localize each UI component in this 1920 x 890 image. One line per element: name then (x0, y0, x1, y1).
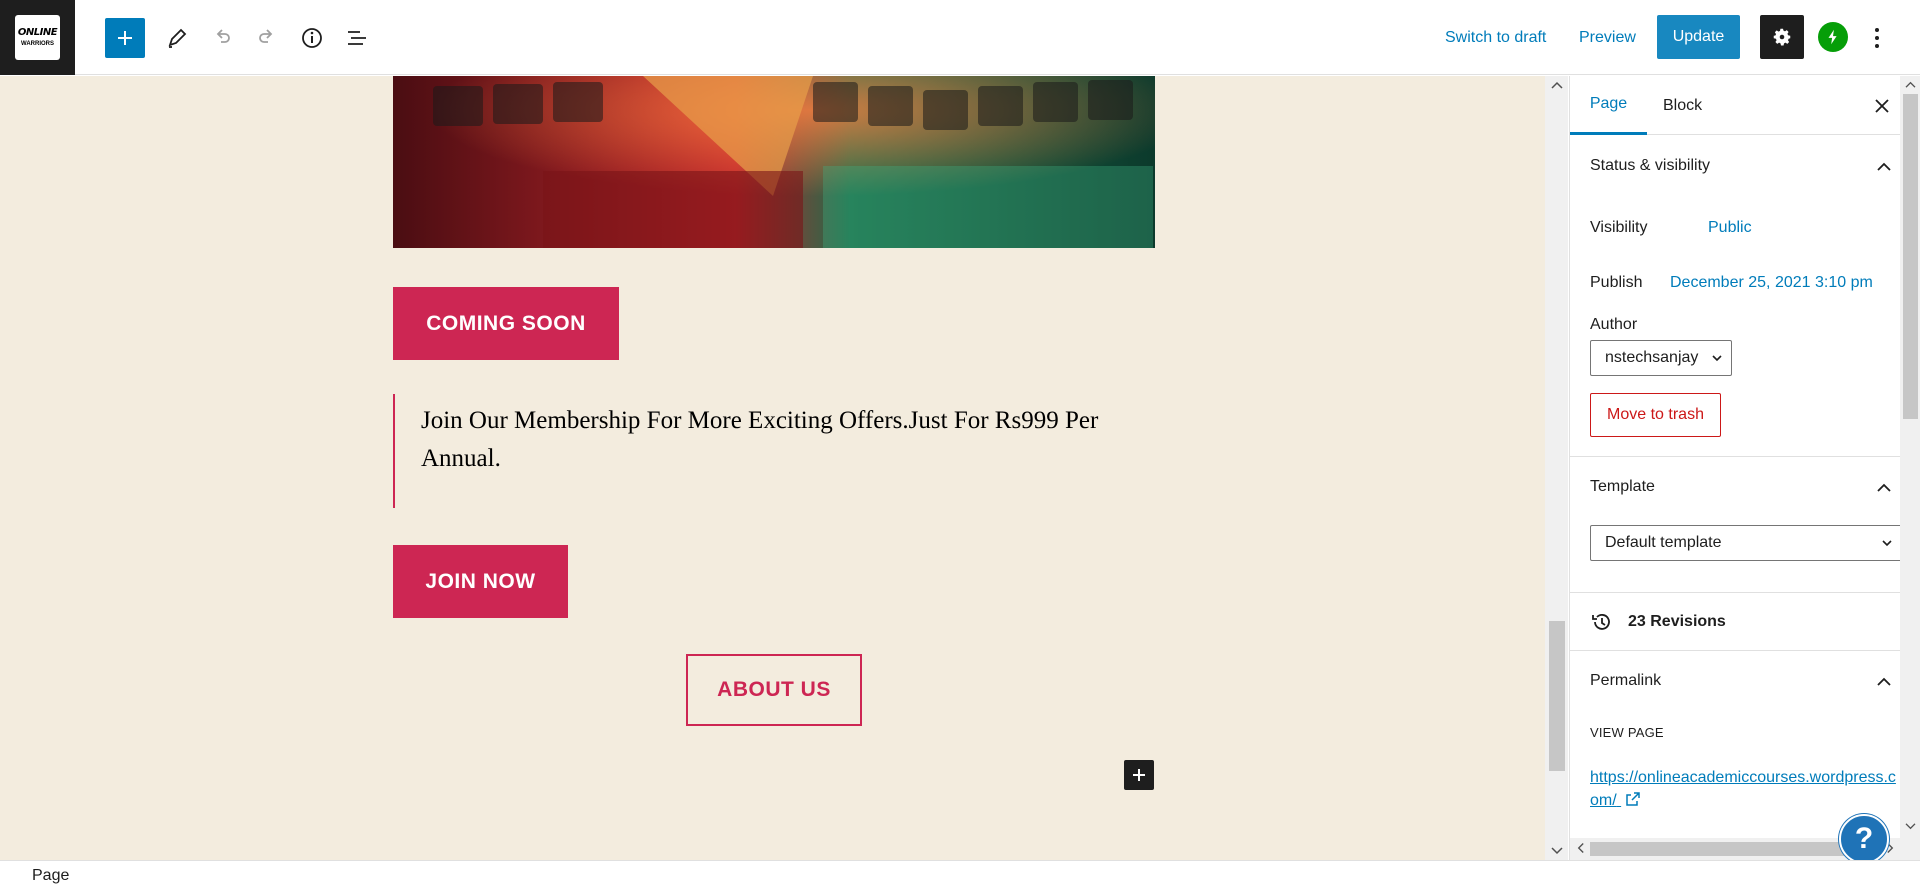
quote-text: Join Our Membership For More Exciting Of… (421, 407, 1099, 472)
plus-icon (118, 31, 132, 45)
breadcrumb-page[interactable]: Page (32, 867, 69, 885)
list-view-button[interactable] (337, 18, 377, 58)
canvas-scroll-thumb[interactable] (1549, 621, 1565, 771)
panel-title: Permalink (1590, 672, 1662, 689)
close-icon (1875, 99, 1889, 113)
template-panel-toggle[interactable]: Template (1570, 457, 1900, 517)
permalink-url[interactable]: https://onlineacademiccourses.wordpress.… (1590, 766, 1900, 812)
undo-button[interactable] (202, 18, 242, 58)
list-view-icon (348, 31, 366, 45)
pencil-icon (168, 28, 187, 48)
chevron-up-icon (1874, 477, 1894, 497)
template-select[interactable]: Default template (1590, 525, 1902, 561)
visibility-toggle[interactable]: Public (1708, 219, 1752, 237)
author-value: nstechsanjay (1605, 349, 1699, 366)
tab-block[interactable]: Block (1663, 76, 1702, 135)
membership-quote[interactable]: Join Our Membership For More Exciting Of… (393, 394, 1155, 508)
help-icon: ? (1854, 822, 1874, 855)
scroll-up-icon[interactable] (1905, 80, 1916, 89)
redo-button[interactable] (247, 18, 287, 58)
status-visibility-panel-toggle[interactable]: Status & visibility (1570, 136, 1900, 196)
author-select[interactable]: nstechsanjay (1590, 340, 1732, 376)
chevron-up-icon (1874, 671, 1894, 691)
more-vertical-icon (1875, 28, 1879, 48)
site-logo[interactable]: ONLINE WARRIORS (0, 0, 75, 75)
editor-canvas[interactable]: COMING SOON Join Our Membership For More… (0, 76, 1568, 860)
history-icon (1592, 614, 1610, 630)
block-breadcrumb-bar: Page (0, 860, 1920, 890)
sidebar-hscroll-thumb[interactable] (1590, 842, 1870, 856)
panel-title: Template (1590, 478, 1655, 495)
sidebar-scroll-thumb[interactable] (1903, 94, 1918, 419)
settings-button[interactable] (1760, 15, 1804, 59)
scroll-down-icon[interactable] (1905, 822, 1916, 831)
publish-label: Publish (1590, 274, 1643, 291)
help-button[interactable]: ? (1839, 814, 1889, 864)
canvas-scrollbar[interactable] (1545, 76, 1568, 860)
chevron-up-icon (1874, 156, 1894, 176)
editor-toolbar: ONLINE WARRIORS Switch to draft Preview … (0, 0, 1920, 75)
author-label: Author (1590, 316, 1638, 333)
external-link-icon (1626, 792, 1640, 806)
scroll-up-icon[interactable] (1551, 80, 1563, 90)
update-button[interactable]: Update (1657, 15, 1740, 59)
template-value: Default template (1605, 534, 1722, 551)
scroll-left-icon[interactable] (1576, 842, 1585, 854)
jetpack-button[interactable] (1818, 22, 1848, 52)
tools-button[interactable] (157, 18, 197, 58)
permalink-panel-toggle[interactable]: Permalink (1570, 651, 1900, 711)
chevron-down-icon (1882, 540, 1892, 547)
tab-page[interactable]: Page (1570, 76, 1647, 135)
move-to-trash-button[interactable]: Move to trash (1590, 393, 1721, 437)
close-sidebar-button[interactable] (1870, 94, 1894, 118)
details-button[interactable] (292, 18, 332, 58)
logo-text-bottom: WARRIORS (21, 41, 54, 47)
panel-title: Status & visibility (1590, 157, 1711, 174)
coming-soon-button[interactable]: COMING SOON (393, 287, 619, 360)
scroll-down-icon[interactable] (1551, 846, 1563, 856)
sidebar-tabs: Page Block (1570, 76, 1900, 135)
settings-sidebar: Page Block Status & visibility Visibilit… (1569, 76, 1920, 860)
chevron-down-icon (1712, 355, 1722, 362)
keyboard-photo (393, 76, 1155, 248)
preview-button[interactable]: Preview (1579, 18, 1636, 58)
view-page-label: VIEW PAGE (1590, 725, 1664, 740)
undo-icon (216, 29, 230, 43)
redo-icon (259, 29, 273, 43)
jetpack-icon (1828, 29, 1837, 45)
hero-image[interactable] (393, 76, 1155, 248)
publish-date-toggle[interactable]: December 25, 2021 3:10 pm (1670, 274, 1873, 292)
info-icon (302, 28, 322, 48)
add-block-button[interactable] (105, 18, 145, 58)
about-us-button[interactable]: ABOUT US (686, 654, 862, 726)
block-appender-button[interactable] (1124, 760, 1154, 790)
logo-text-top: ONLINE (17, 27, 58, 38)
join-now-button[interactable]: JOIN NOW (393, 545, 568, 618)
options-button[interactable] (1862, 18, 1892, 58)
sidebar-scrollbar[interactable] (1900, 76, 1920, 860)
gear-icon (1773, 28, 1791, 46)
divider (1570, 592, 1900, 593)
revisions-count: 23 Revisions (1628, 613, 1726, 630)
revisions-link[interactable]: 23 Revisions (1590, 610, 1726, 634)
visibility-label: Visibility (1590, 219, 1648, 236)
logo-image: ONLINE WARRIORS (15, 15, 60, 60)
plus-icon (1133, 769, 1145, 781)
switch-to-draft-button[interactable]: Switch to draft (1445, 18, 1546, 58)
